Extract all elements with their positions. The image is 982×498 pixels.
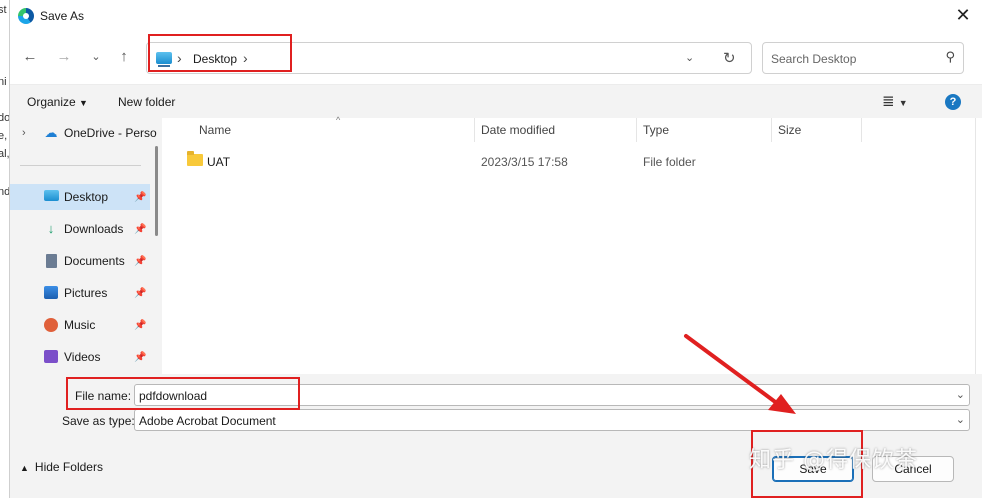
caret-up-icon: ▲	[20, 463, 29, 473]
download-icon: ↓	[47, 221, 55, 236]
file-list: ^ Name Date modified Type Size UAT 2023/…	[164, 115, 976, 374]
command-bar: Organize ▼ New folder ≣ ▼ ?	[10, 84, 982, 118]
hide-folders-label: Hide Folders	[34, 460, 103, 474]
music-icon	[43, 318, 59, 332]
save-type-select[interactable]: Adobe Acrobat Document ⌄	[134, 409, 970, 431]
pin-icon: 📌	[134, 287, 147, 299]
chevron-down-icon[interactable]: ⌄	[956, 413, 965, 426]
annotation-box-address	[148, 34, 292, 72]
edge-fragment: st	[0, 4, 7, 16]
column-divider[interactable]	[771, 118, 772, 142]
new-folder-button[interactable]: New folder	[118, 95, 175, 109]
window-title: Save As	[40, 9, 85, 23]
videos-icon	[43, 350, 59, 364]
sort-ascending-icon: ^	[336, 115, 341, 125]
watermark-text: 知乎 @得保饮茶	[749, 448, 918, 473]
sidebar-item-label: Desktop	[64, 190, 109, 204]
sidebar-item-desktop[interactable]: Desktop 📌	[10, 184, 150, 210]
sidebar-item-music[interactable]: Music 📌	[10, 312, 150, 338]
file-date-cell: 2023/3/15 17:58	[481, 155, 568, 169]
hide-folders-toggle[interactable]: ▲ Hide Folders	[20, 460, 103, 474]
organize-menu[interactable]: Organize ▼	[27, 95, 88, 109]
pin-icon: 📌	[134, 223, 147, 235]
edge-browser-icon	[18, 8, 34, 24]
up-button[interactable]: ↑	[114, 47, 134, 67]
column-divider[interactable]	[636, 118, 637, 142]
sidebar-item-label: Videos	[64, 350, 101, 364]
title-bar: Save As ✕	[10, 0, 982, 32]
pin-icon: 📌	[134, 319, 147, 331]
expand-chevron-icon[interactable]: ›	[22, 127, 26, 139]
chevron-down-icon: ▼	[898, 98, 908, 108]
pin-icon: 📌	[134, 191, 147, 203]
sidebar-scrollbar[interactable]	[155, 146, 158, 236]
search-icon[interactable]: ⚲	[945, 49, 955, 65]
column-header-name[interactable]: Name	[199, 123, 231, 137]
sidebar-item-label: OneDrive - Perso	[64, 126, 157, 140]
column-divider[interactable]	[861, 118, 862, 142]
sidebar-item-label: Music	[64, 318, 96, 332]
address-dropdown-icon[interactable]: ⌄	[685, 51, 694, 64]
save-options-panel: File name: pdfdownload ⌄ Save as type: A…	[10, 374, 982, 498]
forward-button[interactable]: →	[54, 47, 74, 67]
close-button[interactable]: ✕	[951, 4, 975, 28]
save-type-label: Save as type:	[62, 414, 135, 428]
organize-label: Organize	[27, 95, 76, 109]
sidebar-divider	[20, 165, 141, 166]
column-header-date[interactable]: Date modified	[481, 123, 555, 137]
column-divider[interactable]	[474, 118, 475, 142]
file-type-cell: File folder	[643, 155, 696, 169]
sidebar-item-onedrive[interactable]: › ☁ OneDrive - Perso	[10, 120, 157, 146]
back-button[interactable]: ←	[20, 47, 40, 67]
column-header-size[interactable]: Size	[778, 123, 801, 137]
file-name-cell: UAT	[207, 155, 231, 169]
edge-fragment: e,	[0, 130, 8, 142]
sidebar-item-pictures[interactable]: Pictures 📌	[10, 280, 150, 306]
navigation-pane: › ☁ OneDrive - Perso Desktop 📌 ↓ Downloa…	[10, 118, 162, 374]
desktop-icon	[43, 190, 59, 204]
sidebar-item-downloads[interactable]: ↓ Downloads 📌	[10, 216, 150, 242]
search-box[interactable]: Search Desktop ⚲	[762, 42, 964, 74]
view-options-button[interactable]: ≣ ▼	[882, 92, 908, 110]
pictures-icon	[43, 286, 59, 300]
recent-locations-button[interactable]: ⌄	[86, 47, 106, 67]
document-icon	[43, 254, 59, 268]
file-row[interactable]: UAT 2023/3/15 17:58 File folder	[164, 148, 976, 174]
sidebar-item-videos[interactable]: Videos 📌	[10, 344, 150, 370]
chevron-down-icon: ▼	[79, 98, 88, 108]
help-icon[interactable]: ?	[945, 94, 961, 110]
cloud-icon: ☁	[44, 125, 58, 140]
sidebar-item-label: Downloads	[64, 222, 124, 236]
sidebar-item-documents[interactable]: Documents 📌	[10, 248, 150, 274]
save-type-value: Adobe Acrobat Document	[139, 414, 276, 428]
pin-icon: 📌	[134, 351, 147, 363]
search-placeholder: Search Desktop	[771, 52, 857, 66]
refresh-icon[interactable]: ↻	[723, 49, 736, 67]
save-as-dialog: Save As ✕ ← → ⌄ ↑ › Desktop › ⌄ ↻ Search…	[9, 0, 982, 498]
column-header-type[interactable]: Type	[643, 123, 669, 137]
edge-fragment: ni	[0, 76, 7, 88]
folder-icon	[187, 151, 203, 166]
sidebar-item-label: Pictures	[64, 286, 108, 300]
chevron-down-icon[interactable]: ⌄	[956, 388, 965, 401]
sidebar-item-label: Documents	[64, 254, 125, 268]
annotation-box-filename	[66, 377, 300, 410]
pin-icon: 📌	[134, 255, 147, 267]
